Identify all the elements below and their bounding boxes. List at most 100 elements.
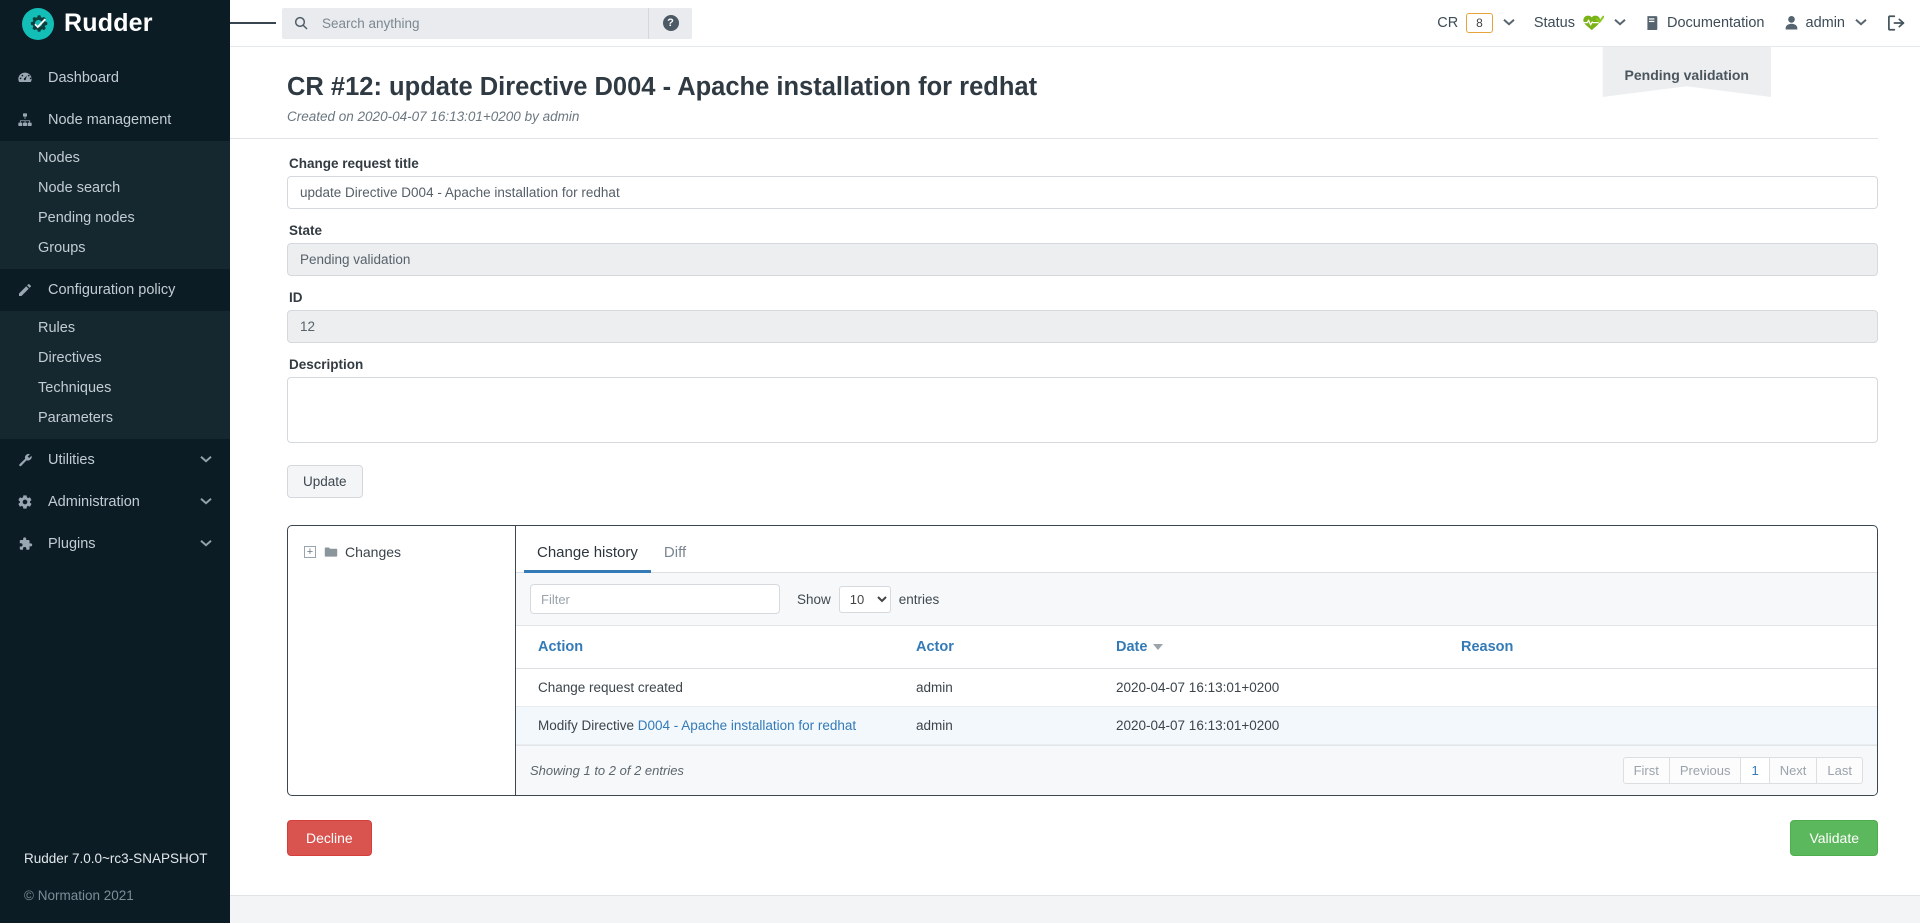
table-footer: Showing 1 to 2 of 2 entries First Previo… <box>516 745 1877 795</box>
table-head: Action Actor Date Reason <box>516 626 1877 669</box>
search-input[interactable] <box>320 8 648 39</box>
sidebar-item-plugins[interactable]: Plugins <box>0 523 230 565</box>
pagination-previous[interactable]: Previous <box>1669 757 1742 784</box>
table-row[interactable]: Change request created admin 2020-04-07 … <box>516 669 1877 707</box>
cell-action: Modify Directive D004 - Apache installat… <box>516 707 916 745</box>
cell-action: Change request created <box>516 669 916 707</box>
sidebar-submenu-configuration-policy: Rules Directives Techniques Parameters <box>0 311 230 439</box>
rudder-version: Rudder 7.0.0~rc3-SNAPSHOT <box>24 851 230 866</box>
sidebar-item-node-search[interactable]: Node search <box>0 173 230 203</box>
sidebar-item-utilities[interactable]: Utilities <box>0 439 230 481</box>
show-label: Show <box>797 592 831 607</box>
sort-desc-icon <box>1153 644 1163 650</box>
tab-diff[interactable]: Diff <box>651 540 699 573</box>
changes-panel: + Changes Change history Diff <box>287 525 1878 796</box>
id-field-label: ID <box>289 290 1878 305</box>
cell-date: 2020-04-07 16:13:01+0200 <box>1116 669 1461 707</box>
filter-input[interactable] <box>530 584 780 614</box>
pagination-next[interactable]: Next <box>1769 757 1818 784</box>
sidebar-item-label: Node management <box>48 112 171 128</box>
pagination-page-1[interactable]: 1 <box>1740 757 1769 784</box>
change-history-table: Action Actor Date Reason Change request … <box>516 626 1877 745</box>
user-label: admin <box>1806 15 1846 31</box>
folder-icon <box>324 546 338 558</box>
footer-strip <box>230 895 1920 923</box>
puzzle-icon <box>17 536 39 552</box>
description-field-label: Description <box>289 357 1878 372</box>
directive-link[interactable]: D004 - Apache installation for redhat <box>638 718 856 733</box>
cr-label: CR <box>1437 15 1458 31</box>
sidebar: Rudder Dashboard Node ma <box>0 0 230 923</box>
sidebar-item-nodes[interactable]: Nodes <box>0 143 230 173</box>
book-icon <box>1645 15 1660 31</box>
tab-change-history[interactable]: Change history <box>524 540 651 573</box>
chevron-down-icon <box>200 497 212 508</box>
search-help-button[interactable]: ? <box>648 8 692 39</box>
cell-actor: admin <box>916 669 1116 707</box>
column-header-action[interactable]: Action <box>516 626 916 669</box>
sidebar-item-dashboard[interactable]: Dashboard <box>0 57 230 99</box>
decline-button[interactable]: Decline <box>287 820 372 856</box>
pagination-first[interactable]: First <box>1623 757 1670 784</box>
hamburger-icon[interactable] <box>230 0 276 47</box>
heartbeat-check-icon <box>1582 14 1604 32</box>
plus-box-icon[interactable]: + <box>304 546 316 558</box>
page-subtitle: Created on 2020-04-07 16:13:01+0200 by a… <box>287 109 1878 124</box>
dashboard-icon <box>17 70 39 86</box>
sidebar-item-label: Plugins <box>48 536 96 552</box>
chevron-down-icon <box>200 455 212 466</box>
sidebar-item-directives[interactable]: Directives <box>0 343 230 373</box>
sidebar-item-rules[interactable]: Rules <box>0 313 230 343</box>
table-info: Showing 1 to 2 of 2 entries <box>530 763 684 778</box>
user-menu[interactable]: admin <box>1784 15 1868 31</box>
sidebar-item-node-management[interactable]: Node management <box>0 99 230 141</box>
table-header-row: Action Actor Date Reason <box>516 626 1877 669</box>
state-field-label: State <box>289 223 1878 238</box>
main-area: ? CR 8 Status <box>230 0 1920 923</box>
change-requests-menu[interactable]: CR 8 <box>1437 13 1515 33</box>
change-request-title-input[interactable] <box>287 176 1878 209</box>
brand-logo-link[interactable]: Rudder <box>0 0 230 47</box>
logout-icon[interactable] <box>1887 14 1906 32</box>
table-row[interactable]: Modify Directive D004 - Apache installat… <box>516 707 1877 745</box>
description-textarea[interactable] <box>287 377 1878 443</box>
pagination-last[interactable]: Last <box>1816 757 1863 784</box>
cell-action-text: Modify Directive <box>538 718 638 733</box>
status-menu[interactable]: Status <box>1534 14 1626 32</box>
column-header-reason[interactable]: Reason <box>1461 626 1877 669</box>
table-toolbar: Show 102550100 entries <box>516 573 1877 626</box>
sidebar-item-label: Utilities <box>48 452 95 468</box>
search-icon <box>282 15 320 31</box>
sidebar-item-label: Configuration policy <box>48 282 175 298</box>
cell-actor: admin <box>916 707 1116 745</box>
page-size-select[interactable]: 102550100 <box>839 586 891 613</box>
id-field <box>287 310 1878 343</box>
chevron-down-icon <box>1503 17 1515 29</box>
sidebar-item-label: Administration <box>48 494 140 510</box>
sidebar-item-parameters[interactable]: Parameters <box>0 403 230 433</box>
gear-icon <box>17 494 39 510</box>
entries-label: entries <box>899 592 940 607</box>
sidebar-nav: Dashboard Node management Nodes Node sea… <box>0 57 230 851</box>
validate-button[interactable]: Validate <box>1790 820 1878 856</box>
documentation-label: Documentation <box>1667 15 1765 31</box>
column-header-date[interactable]: Date <box>1116 626 1461 669</box>
topbar: ? CR 8 Status <box>230 0 1920 47</box>
sidebar-item-groups[interactable]: Groups <box>0 233 230 263</box>
bottom-actions: Decline Validate <box>230 796 1920 856</box>
rudder-gear-icon <box>22 8 54 40</box>
sidebar-item-techniques[interactable]: Techniques <box>0 373 230 403</box>
sidebar-item-pending-nodes[interactable]: Pending nodes <box>0 203 230 233</box>
panel-tabs: Change history Diff <box>516 526 1877 573</box>
status-label: Status <box>1534 15 1575 31</box>
cell-reason <box>1461 669 1877 707</box>
update-button[interactable]: Update <box>287 465 363 498</box>
sidebar-item-configuration-policy[interactable]: Configuration policy <box>0 269 230 311</box>
documentation-link[interactable]: Documentation <box>1645 15 1765 31</box>
sidebar-item-administration[interactable]: Administration <box>0 481 230 523</box>
tree-root-row[interactable]: + Changes <box>304 544 515 560</box>
state-field <box>287 243 1878 276</box>
topbar-right: CR 8 Status <box>1418 13 1920 33</box>
column-header-actor[interactable]: Actor <box>916 626 1116 669</box>
changes-detail: Change history Diff Show 102550100 entri… <box>516 526 1877 795</box>
